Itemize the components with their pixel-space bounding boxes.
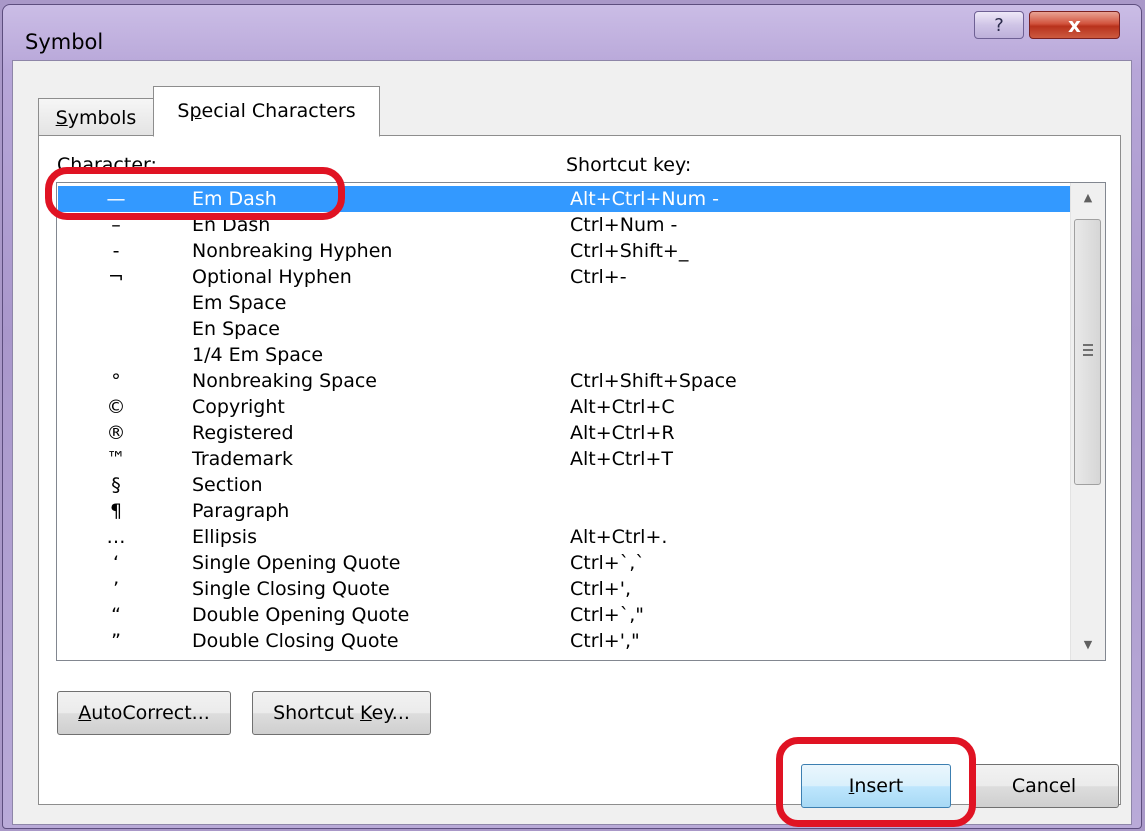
character-name: Em Dash	[192, 188, 277, 210]
shortcut-key: Ctrl+Shift+Space	[570, 370, 737, 392]
character-glyph: °	[111, 370, 121, 392]
list-item[interactable]: ‘ Single Opening Quote Ctrl+`,`	[58, 550, 1070, 576]
tab-special-characters[interactable]: Special Characters	[153, 86, 380, 137]
character-name: Copyright	[192, 396, 285, 418]
vertical-scrollbar[interactable]: ▲ ▼	[1070, 183, 1105, 660]
character-name: Double Opening Quote	[192, 604, 410, 626]
character-name: En Space	[192, 318, 280, 340]
list-item[interactable]: ° Nonbreaking Space Ctrl+Shift+Space	[58, 368, 1070, 394]
insert-button[interactable]: Insert	[801, 764, 951, 808]
character-glyph: ¶	[109, 500, 123, 522]
character-glyph: ©	[106, 396, 126, 418]
shortcut-key: Ctrl+',	[570, 578, 631, 600]
character-glyph: “	[111, 604, 121, 626]
character-name: 1/4 Em Space	[192, 344, 324, 366]
list-item[interactable]: – En Dash Ctrl+Num -	[58, 212, 1070, 238]
help-button[interactable]: ?	[974, 11, 1024, 39]
character-name: Trademark	[192, 448, 293, 470]
character-name: Optional Hyphen	[192, 266, 352, 288]
shortcut-key: Ctrl+',"	[570, 630, 640, 652]
shortcut-key-button[interactable]: Shortcut Key...	[252, 691, 431, 735]
character-name: Registered	[192, 422, 294, 444]
shortcut-key: Alt+Ctrl+R	[570, 422, 675, 444]
dialog-title: Symbol	[25, 30, 104, 54]
list-item[interactable]: - Nonbreaking Hyphen Ctrl+Shift+_	[58, 238, 1070, 264]
shortcut-key: Alt+Ctrl+.	[570, 526, 668, 548]
character-name: Section	[192, 474, 263, 496]
list-item[interactable]: ® Registered Alt+Ctrl+R	[58, 420, 1070, 446]
tab-symbols-accesskey: S	[55, 107, 68, 129]
shortcut-key: Ctrl+`,"	[570, 604, 645, 626]
character-name: En Dash	[192, 214, 271, 236]
list-item[interactable]: ” Double Closing Quote Ctrl+',"	[58, 628, 1070, 654]
list-item[interactable]: “ Double Opening Quote Ctrl+`,"	[58, 602, 1070, 628]
dialog-body: Symbols Special Characters Character: Sh…	[12, 60, 1132, 825]
shortcut-key: Ctrl+Shift+_	[570, 240, 689, 262]
help-icon: ?	[994, 15, 1004, 36]
list-item[interactable]: En Space	[58, 316, 1070, 342]
character-glyph: …	[106, 526, 126, 548]
shortcut-key: Alt+Ctrl+Num -	[570, 188, 720, 210]
scroll-down-arrow-icon[interactable]: ▼	[1071, 632, 1105, 658]
character-name: Single Opening Quote	[192, 552, 401, 574]
character-glyph: ‘	[112, 552, 120, 574]
character-name: Nonbreaking Hyphen	[192, 240, 393, 262]
shortcut-key: Alt+Ctrl+C	[570, 396, 675, 418]
character-glyph: ¬	[108, 266, 124, 288]
shortcut-key: Alt+Ctrl+T	[570, 448, 673, 470]
close-icon: x	[1068, 13, 1081, 37]
special-characters-list[interactable]: — Em Dash Alt+Ctrl+Num - – En Dash Ctrl+Num -…	[56, 182, 1106, 661]
shortcut-key: Ctrl+`,`	[570, 552, 645, 574]
character-glyph: -	[112, 240, 120, 262]
cancel-button[interactable]: Cancel	[969, 764, 1119, 808]
shortcut-key: Ctrl+Num -	[570, 214, 678, 236]
list-item[interactable]: ™ Trademark Alt+Ctrl+T	[58, 446, 1070, 472]
character-name: Nonbreaking Space	[192, 370, 377, 392]
column-header-character: Character:	[57, 154, 157, 176]
list-item[interactable]: ’ Single Closing Quote Ctrl+',	[58, 576, 1070, 602]
character-name: Single Closing Quote	[192, 578, 390, 600]
special-characters-panel: Character: Shortcut key: — Em Dash Alt+Ctr…	[38, 135, 1121, 805]
list-item[interactable]: … Ellipsis Alt+Ctrl+.	[58, 524, 1070, 550]
list-item[interactable]: § Section	[58, 472, 1070, 498]
character-name: Double Closing Quote	[192, 630, 399, 652]
tab-symbols[interactable]: Symbols	[38, 98, 154, 136]
character-glyph: ”	[111, 630, 121, 652]
scroll-up-arrow-icon[interactable]: ▲	[1071, 185, 1105, 211]
character-glyph: ’	[112, 578, 120, 600]
column-header-shortcut: Shortcut key:	[566, 154, 692, 176]
character-glyph: ®	[106, 422, 126, 444]
list-item[interactable]: ¬ Optional Hyphen Ctrl+-	[58, 264, 1070, 290]
character-glyph: –	[111, 214, 121, 236]
tab-special-accesskey: p	[189, 100, 202, 122]
symbol-dialog: Symbol ? x Symbols Special Characters Ch…	[2, 4, 1142, 829]
list-item[interactable]: Em Space	[58, 290, 1070, 316]
list-item[interactable]: — Em Dash Alt+Ctrl+Num -	[58, 186, 1070, 212]
list-item[interactable]: © Copyright Alt+Ctrl+C	[58, 394, 1070, 420]
character-glyph: §	[111, 474, 121, 496]
character-glyph: ™	[106, 448, 126, 470]
shortcut-key: Ctrl+-	[570, 266, 627, 288]
list-item[interactable]: 1/4 Em Space	[58, 342, 1070, 368]
scrollbar-thumb[interactable]	[1074, 219, 1101, 485]
scrollbar-grip-icon	[1083, 344, 1093, 356]
character-name: Em Space	[192, 292, 287, 314]
character-glyph: —	[106, 188, 126, 210]
close-button[interactable]: x	[1029, 11, 1120, 39]
autocorrect-button[interactable]: AutoCorrect...	[57, 691, 231, 735]
list-item[interactable]: ¶ Paragraph	[58, 498, 1070, 524]
character-name: Ellipsis	[192, 526, 257, 548]
character-name: Paragraph	[192, 500, 290, 522]
